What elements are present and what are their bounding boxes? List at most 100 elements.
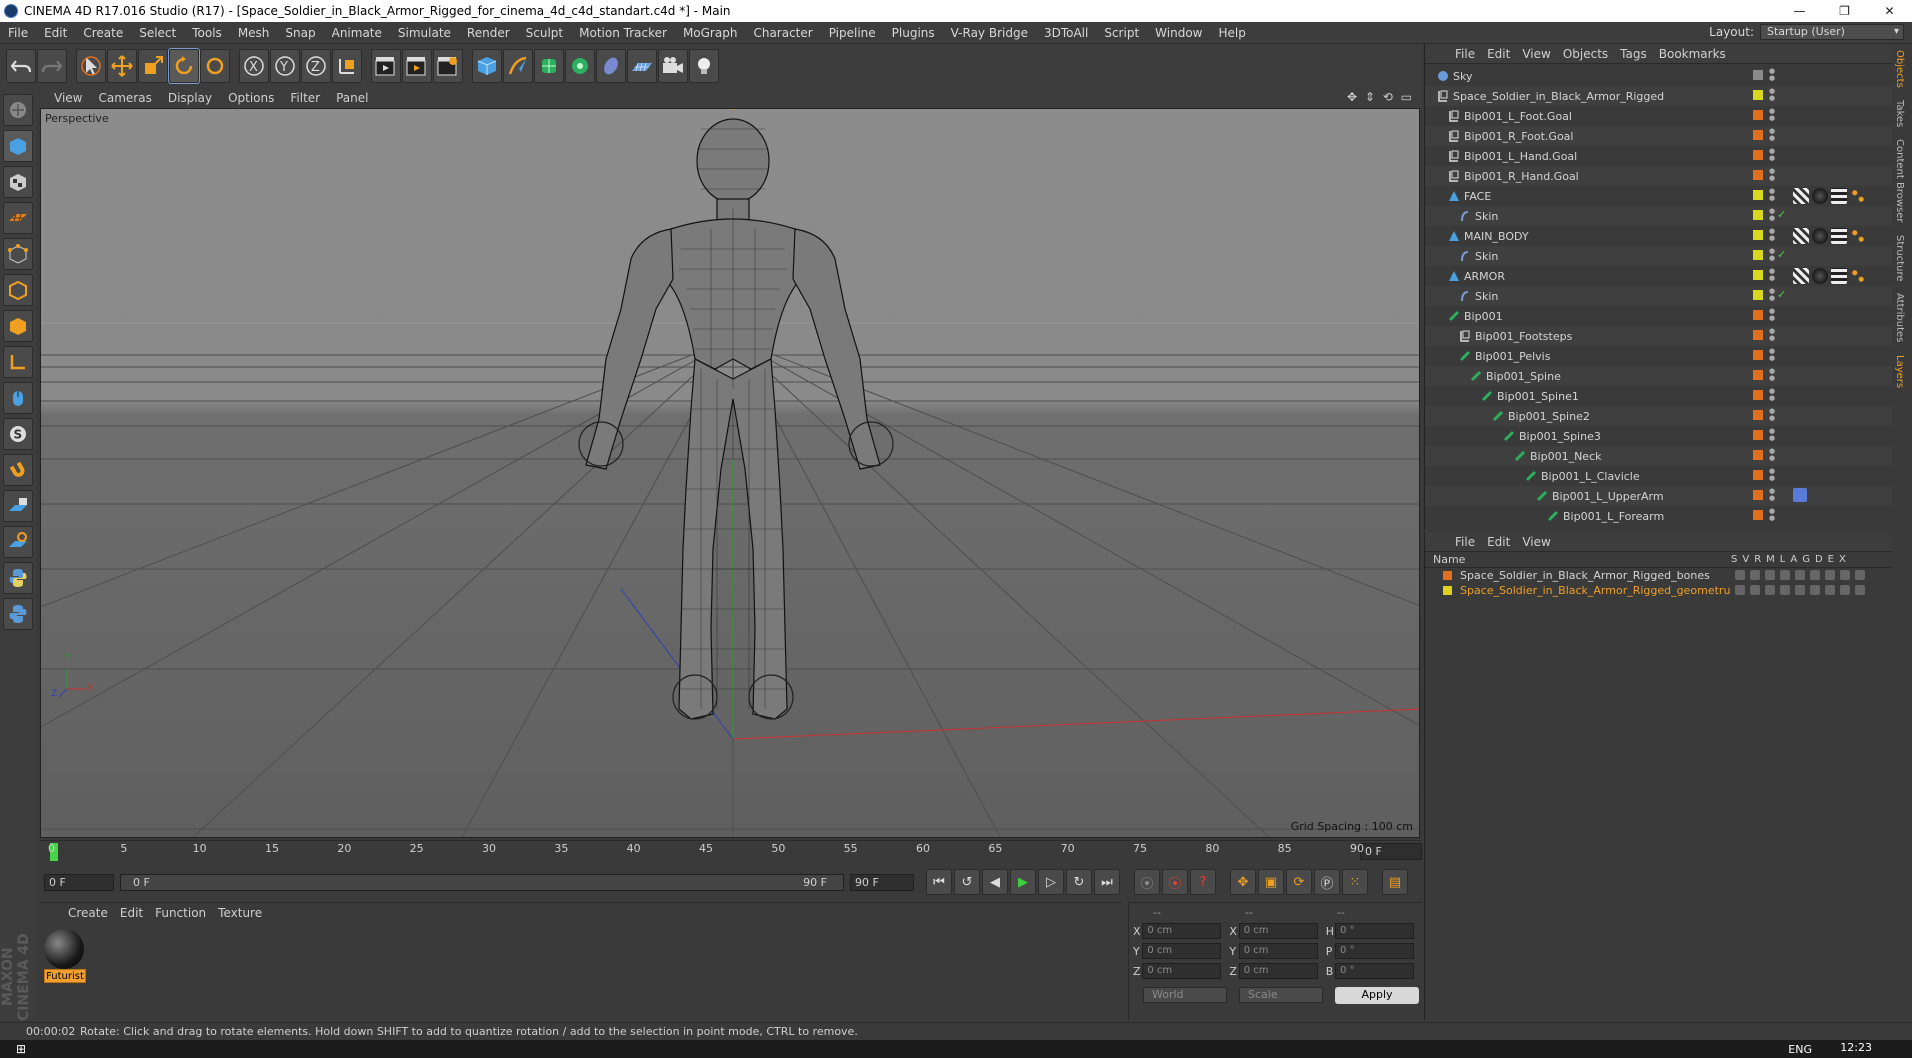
render-to-picture-viewer-icon[interactable] — [402, 49, 432, 83]
visibility-dots-icon[interactable]: ● ● — [1769, 448, 1775, 464]
rotate-icon[interactable] — [168, 48, 200, 84]
layer-menu-view[interactable]: View — [1516, 535, 1556, 549]
python-script-icon[interactable] — [3, 562, 33, 594]
key-position-icon[interactable]: ✥ — [1230, 869, 1256, 895]
model-mode-icon[interactable] — [3, 130, 33, 162]
visibility-dots-icon[interactable]: ● ● — [1769, 88, 1775, 104]
visibility-dots-icon[interactable]: ● ● — [1769, 328, 1775, 344]
coordinate-system-icon[interactable] — [332, 49, 362, 83]
menu-character[interactable]: Character — [745, 22, 820, 44]
enabled-check-icon[interactable]: ✓ — [1777, 208, 1786, 221]
subdivision-surface-icon[interactable] — [534, 49, 564, 83]
layout-dropdown[interactable]: Startup (User) — [1760, 24, 1904, 40]
viewport-menu-options[interactable]: Options — [220, 91, 282, 105]
uvw-tag-icon[interactable] — [1793, 268, 1809, 284]
menu-3dtoall[interactable]: 3DToAll — [1036, 22, 1096, 44]
visibility-dots-icon[interactable]: ● ● — [1769, 228, 1775, 244]
render-settings-icon[interactable] — [433, 49, 463, 83]
workplane-mode-icon[interactable] — [3, 202, 33, 234]
material-menu-function[interactable]: Function — [149, 906, 212, 920]
layer-toggle-icon[interactable] — [1855, 570, 1865, 580]
menu-select[interactable]: Select — [131, 22, 184, 44]
3d-viewport[interactable]: Perspective Y X Z Grid Spacing : 100 cm — [40, 108, 1420, 838]
layer-color-swatch[interactable] — [1753, 190, 1763, 200]
menu-snap[interactable]: Snap — [277, 22, 323, 44]
object-row[interactable]: Bip001_Spine ● ● — [1425, 366, 1892, 386]
layer-color-swatch[interactable] — [1753, 270, 1763, 280]
frame-range-slider[interactable]: 0 F 90 F — [120, 873, 844, 891]
layer-color-swatch[interactable] — [1753, 330, 1763, 340]
move-icon[interactable] — [107, 49, 137, 83]
key-pla-icon[interactable]: ⁙ — [1342, 869, 1368, 895]
lock-workplane-icon[interactable] — [3, 490, 33, 522]
material-menu-edit[interactable]: Edit — [114, 906, 149, 920]
visibility-dots-icon[interactable]: ● ● — [1769, 288, 1775, 304]
object-row[interactable]: Sky ● ● — [1425, 66, 1892, 86]
layer-toggle-icon[interactable] — [1765, 570, 1775, 580]
timeline-ruler[interactable]: 0 F 0 5 10 15 20 25 30 35 40 45 50 55 60 65 70 75 80 85 90 — [40, 840, 1422, 864]
side-tab-takes[interactable]: Takes — [1894, 94, 1905, 133]
visibility-dots-icon[interactable]: ● ● — [1769, 508, 1775, 524]
deformer-icon[interactable] — [596, 49, 626, 83]
object-menu-edit[interactable]: Edit — [1481, 47, 1516, 61]
layer-toggle-icon[interactable] — [1735, 585, 1745, 595]
minimize-button[interactable]: — — [1777, 0, 1822, 22]
material-tag-icon[interactable] — [1812, 268, 1828, 284]
layer-toggle-icon[interactable] — [1795, 585, 1805, 595]
layer-color-swatch[interactable] — [1443, 586, 1452, 595]
menu-edit[interactable]: Edit — [36, 22, 75, 44]
visibility-dots-icon[interactable]: ● ● — [1769, 188, 1775, 204]
object-menu-file[interactable]: File — [1449, 47, 1481, 61]
pen-spline-icon[interactable] — [503, 49, 533, 83]
material-tag-icon[interactable] — [1812, 188, 1828, 204]
play-icon[interactable]: ▶ — [1010, 869, 1036, 895]
layer-color-swatch[interactable] — [1753, 470, 1763, 480]
layer-color-swatch[interactable] — [1753, 350, 1763, 360]
layer-menu-file[interactable]: File — [1449, 535, 1481, 549]
material-menu-texture[interactable]: Texture — [212, 906, 268, 920]
visibility-dots-icon[interactable]: ● ● — [1769, 128, 1775, 144]
menu-mograph[interactable]: MoGraph — [675, 22, 746, 44]
y-axis-lock-icon[interactable]: Y — [270, 49, 300, 83]
edges-mode-icon[interactable] — [3, 274, 33, 306]
viewport-menu-panel[interactable]: Panel — [328, 91, 376, 105]
material-swatch[interactable]: Futurist — [44, 929, 86, 985]
object-row[interactable]: Bip001_L_Clavicle ● ● — [1425, 466, 1892, 486]
coord-value-field[interactable]: 0 ° — [1335, 943, 1415, 959]
menu-plugins[interactable]: Plugins — [884, 22, 943, 44]
menu-v-ray-bridge[interactable]: V-Ray Bridge — [943, 22, 1036, 44]
texture-tag-icon[interactable] — [1831, 188, 1847, 204]
menu-tools[interactable]: Tools — [184, 22, 230, 44]
tweak-mode-icon[interactable] — [3, 382, 33, 414]
current-frame-field[interactable]: 0 F — [1360, 843, 1422, 860]
coordinate-mode-dropdown[interactable]: World — [1143, 987, 1227, 1003]
object-menu-view[interactable]: View — [1516, 47, 1556, 61]
layer-color-swatch[interactable] — [1753, 390, 1763, 400]
record-keys-icon[interactable]: ⦿ — [1134, 869, 1160, 895]
layer-color-swatch[interactable] — [1753, 250, 1763, 260]
layer-row[interactable]: Space_Soldier_in_Black_Armor_Rigged_bone… — [1425, 568, 1892, 583]
menu-script[interactable]: Script — [1096, 22, 1147, 44]
recent-tool-icon[interactable] — [200, 49, 230, 83]
clock[interactable]: 12:23 — [1840, 1041, 1872, 1054]
coord-value-field[interactable]: 0 ° — [1335, 963, 1415, 979]
polygons-mode-icon[interactable] — [3, 310, 33, 342]
layer-color-swatch[interactable] — [1753, 210, 1763, 220]
layer-toggle-icon[interactable] — [1810, 570, 1820, 580]
layer-color-swatch[interactable] — [1753, 150, 1763, 160]
x-axis-lock-icon[interactable]: X — [239, 49, 269, 83]
coord-value-field[interactable]: 0 ° — [1335, 923, 1415, 939]
layer-toggle-icon[interactable] — [1750, 570, 1760, 580]
layer-toggle-icon[interactable] — [1840, 570, 1850, 580]
scale-icon[interactable] — [138, 49, 168, 83]
auto-keying-icon[interactable]: ⦿ — [1162, 869, 1188, 895]
layer-color-swatch[interactable] — [1443, 571, 1452, 580]
layer-toggle-icon[interactable] — [1765, 585, 1775, 595]
next-key-icon[interactable]: ↻ — [1066, 869, 1092, 895]
texture-tag-icon[interactable] — [1831, 228, 1847, 244]
snap-magnet-icon[interactable] — [3, 454, 33, 486]
undo-icon[interactable] — [6, 49, 36, 83]
enabled-check-icon[interactable]: ✓ — [1777, 248, 1786, 261]
object-row[interactable]: Bip001_L_UpperArm ● ● — [1425, 486, 1892, 506]
object-row[interactable]: Bip001_Footsteps ● ● — [1425, 326, 1892, 346]
